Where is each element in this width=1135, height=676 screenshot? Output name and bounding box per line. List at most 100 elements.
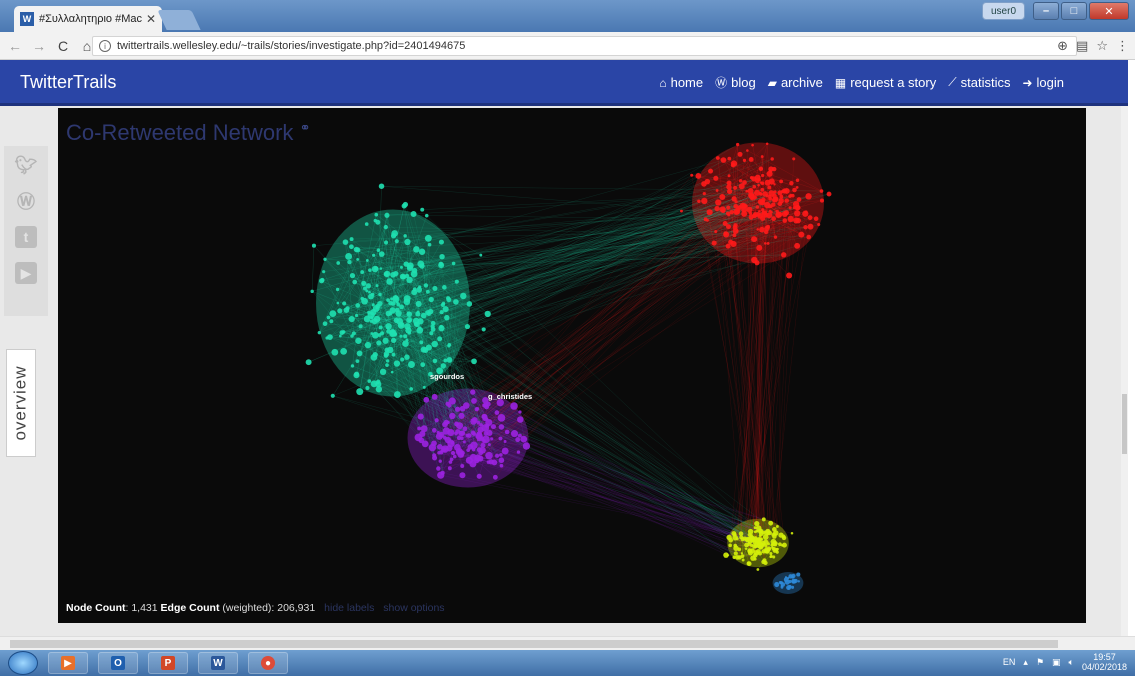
- network-node[interactable]: [404, 238, 411, 246]
- network-node[interactable]: [750, 196, 754, 201]
- network-node[interactable]: [751, 176, 757, 182]
- network-node[interactable]: [714, 205, 720, 212]
- network-node[interactable]: [788, 574, 793, 579]
- network-node[interactable]: [460, 454, 464, 458]
- network-node[interactable]: [394, 307, 400, 313]
- network-icon[interactable]: ▣: [1052, 657, 1061, 668]
- network-node[interactable]: [768, 520, 774, 526]
- network-node[interactable]: [761, 517, 766, 522]
- network-node[interactable]: [417, 413, 424, 420]
- network-node[interactable]: [498, 424, 505, 430]
- network-node[interactable]: [786, 272, 793, 279]
- network-node[interactable]: [407, 361, 415, 369]
- network-node[interactable]: [480, 442, 486, 448]
- network-node[interactable]: [364, 341, 372, 349]
- network-node[interactable]: [399, 304, 404, 310]
- network-node[interactable]: [410, 211, 417, 217]
- network-node[interactable]: [355, 303, 361, 308]
- network-node[interactable]: [327, 334, 333, 340]
- network-node[interactable]: [771, 542, 774, 546]
- network-node[interactable]: [403, 334, 408, 339]
- network-node[interactable]: [358, 324, 363, 329]
- network-node[interactable]: [311, 243, 317, 248]
- network-node[interactable]: [425, 289, 430, 294]
- back-icon[interactable]: ←: [6, 38, 24, 54]
- network-node[interactable]: [329, 319, 334, 324]
- network-node[interactable]: [766, 241, 770, 245]
- wordpress-icon[interactable]: Ⓦ: [15, 190, 37, 212]
- network-node[interactable]: [454, 406, 461, 412]
- network-node[interactable]: [415, 300, 422, 307]
- network-node[interactable]: [756, 536, 762, 542]
- network-node[interactable]: [474, 407, 479, 412]
- network-node[interactable]: [771, 216, 777, 222]
- network-node[interactable]: [485, 418, 493, 427]
- network-node[interactable]: [748, 157, 754, 162]
- network-node[interactable]: [798, 231, 805, 238]
- network-node[interactable]: [438, 431, 445, 438]
- network-node[interactable]: [459, 472, 466, 479]
- bookmark-star-icon[interactable]: ☆: [1096, 38, 1108, 54]
- network-canvas[interactable]: sgourdos g_christides: [58, 108, 1086, 623]
- network-node[interactable]: [390, 370, 394, 374]
- network-node[interactable]: [758, 166, 764, 172]
- language-indicator[interactable]: EN: [1003, 657, 1016, 667]
- network-node[interactable]: [783, 210, 790, 216]
- network-node[interactable]: [517, 416, 524, 423]
- network-node[interactable]: [757, 183, 760, 187]
- network-node[interactable]: [363, 315, 371, 323]
- close-tab-icon[interactable]: ✕: [146, 12, 156, 26]
- network-node[interactable]: [779, 581, 784, 585]
- network-node[interactable]: [476, 473, 482, 479]
- network-node[interactable]: [733, 203, 739, 209]
- network-node[interactable]: [393, 317, 399, 324]
- network-node[interactable]: [401, 203, 407, 209]
- network-node[interactable]: [349, 273, 356, 279]
- network-node[interactable]: [390, 337, 397, 343]
- network-node[interactable]: [726, 534, 732, 541]
- network-node[interactable]: [518, 410, 522, 414]
- youtube-icon[interactable]: ▶: [15, 262, 37, 284]
- network-node[interactable]: [728, 543, 732, 548]
- network-node[interactable]: [423, 396, 430, 403]
- network-node[interactable]: [407, 319, 412, 323]
- network-node[interactable]: [763, 212, 769, 218]
- horizontal-scroll-thumb[interactable]: [10, 640, 1058, 648]
- network-node[interactable]: [399, 273, 406, 280]
- network-node[interactable]: [438, 261, 444, 267]
- network-node[interactable]: [348, 315, 355, 323]
- network-node[interactable]: [371, 303, 375, 307]
- network-node[interactable]: [418, 326, 422, 330]
- network-node[interactable]: [781, 535, 787, 541]
- network-node[interactable]: [759, 181, 763, 184]
- network-node[interactable]: [803, 225, 808, 230]
- network-node[interactable]: [349, 244, 354, 250]
- network-node[interactable]: [773, 183, 776, 186]
- network-node[interactable]: [733, 551, 738, 556]
- network-node[interactable]: [452, 454, 457, 459]
- network-node[interactable]: [389, 329, 397, 337]
- network-node[interactable]: [443, 419, 450, 426]
- network-node[interactable]: [795, 178, 800, 183]
- network-node[interactable]: [375, 379, 381, 385]
- network-node[interactable]: [322, 321, 328, 327]
- network-node[interactable]: [479, 446, 486, 454]
- network-node[interactable]: [345, 306, 350, 311]
- site-brand[interactable]: TwitterTrails: [20, 72, 116, 93]
- network-node[interactable]: [317, 330, 322, 335]
- network-node[interactable]: [379, 368, 387, 376]
- network-node[interactable]: [390, 233, 397, 239]
- network-node[interactable]: [371, 265, 379, 273]
- network-node[interactable]: [730, 160, 738, 167]
- network-node[interactable]: [483, 431, 489, 436]
- vertical-scroll-thumb[interactable]: [1122, 394, 1127, 454]
- network-node[interactable]: [755, 529, 759, 533]
- network-node[interactable]: [340, 347, 348, 355]
- network-node[interactable]: [795, 217, 801, 224]
- network-node[interactable]: [719, 194, 726, 200]
- network-node[interactable]: [777, 190, 783, 196]
- network-node[interactable]: [424, 213, 429, 218]
- network-node[interactable]: [735, 142, 740, 147]
- network-node[interactable]: [747, 541, 751, 545]
- network-node[interactable]: [458, 430, 465, 437]
